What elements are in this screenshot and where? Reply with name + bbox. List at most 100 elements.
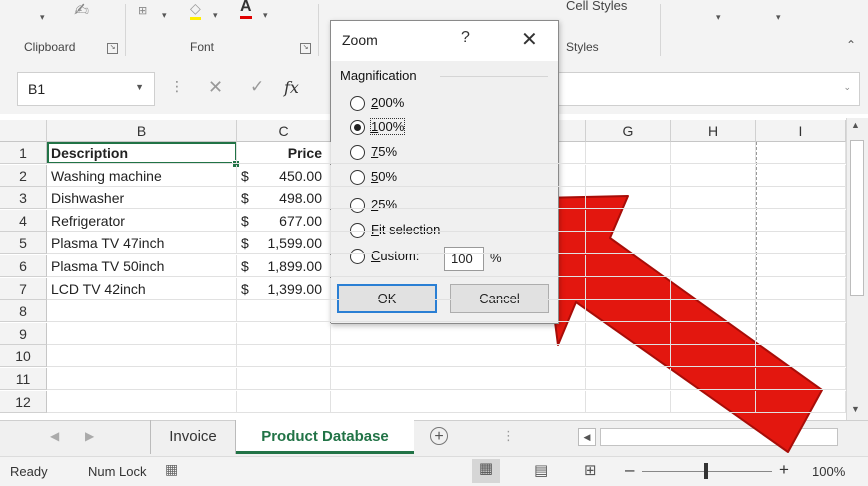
cell-empty[interactable] — [671, 255, 756, 277]
cell-empty[interactable] — [586, 187, 671, 209]
cell-empty[interactable] — [756, 187, 846, 209]
cell-empty[interactable] — [331, 368, 586, 390]
cell-empty[interactable] — [756, 278, 846, 300]
cell-empty[interactable] — [671, 278, 756, 300]
option-text: 00% — [378, 95, 405, 110]
cell-empty[interactable] — [671, 300, 756, 322]
price-value: 1,399.00 — [267, 281, 323, 297]
cell-description[interactable] — [47, 368, 237, 390]
price-value: 677.00 — [279, 213, 322, 229]
cell-price[interactable] — [237, 345, 331, 367]
cell-empty[interactable] — [756, 300, 846, 322]
cell-empty[interactable] — [586, 368, 671, 390]
cell-empty[interactable] — [671, 165, 756, 187]
cell-empty[interactable] — [331, 255, 586, 277]
cell-price[interactable] — [237, 391, 331, 413]
close-icon[interactable]: ✕ — [521, 27, 538, 52]
currency-symbol: $ — [241, 168, 249, 184]
cell-empty[interactable] — [671, 232, 756, 254]
row-header[interactable]: 3 — [0, 187, 47, 209]
row-header[interactable]: 11 — [0, 368, 47, 390]
cell-empty[interactable] — [586, 323, 671, 345]
cell-empty[interactable] — [671, 323, 756, 345]
row-header[interactable]: 5 — [0, 232, 47, 254]
cell-description[interactable] — [47, 391, 237, 413]
cell-empty[interactable] — [331, 278, 586, 300]
cell-empty[interactable] — [586, 345, 671, 367]
cell-description[interactable] — [47, 300, 237, 322]
cell-empty[interactable] — [756, 255, 846, 277]
cell-price[interactable]: $1,399.00 — [237, 278, 331, 300]
cell-empty[interactable] — [331, 165, 586, 187]
cell-empty[interactable] — [586, 278, 671, 300]
dialog-title-bar: Zoom ? ✕ — [331, 21, 558, 61]
row-header[interactable]: 9 — [0, 323, 47, 345]
cell-empty[interactable] — [586, 300, 671, 322]
zoom-radio-0[interactable] — [350, 96, 365, 111]
cell-description[interactable] — [47, 345, 237, 367]
cell-description[interactable]: Dishwasher — [47, 187, 237, 209]
cell-price[interactable]: $1,899.00 — [237, 255, 331, 277]
cell-price[interactable] — [237, 368, 331, 390]
cell-empty[interactable] — [331, 323, 586, 345]
cell-empty[interactable] — [756, 210, 846, 232]
cell-empty[interactable] — [671, 187, 756, 209]
cell-empty[interactable] — [586, 142, 671, 164]
cell-price[interactable] — [237, 300, 331, 322]
zoom-option-label[interactable]: 100% — [369, 118, 406, 135]
cell-description[interactable]: LCD TV 42inch — [47, 278, 237, 300]
cell-empty[interactable] — [756, 391, 846, 413]
row-header[interactable]: 1 — [0, 142, 47, 164]
cell-description[interactable]: Refrigerator — [47, 210, 237, 232]
cell-empty[interactable] — [586, 232, 671, 254]
cell-empty[interactable] — [586, 391, 671, 413]
cell-empty[interactable] — [331, 391, 586, 413]
cell-empty[interactable] — [756, 323, 846, 345]
dialog-title: Zoom — [342, 32, 378, 48]
cell-empty[interactable] — [331, 345, 586, 367]
cell-description[interactable]: Description — [47, 142, 237, 164]
cell-price[interactable]: $1,599.00 — [237, 232, 331, 254]
zoom-radio-1[interactable] — [350, 120, 365, 135]
cell-price[interactable]: $450.00 — [237, 165, 331, 187]
cell-empty[interactable] — [586, 210, 671, 232]
cell-price[interactable] — [237, 323, 331, 345]
row-header[interactable]: 7 — [0, 278, 47, 300]
cell-empty[interactable] — [331, 232, 586, 254]
cell-empty[interactable] — [671, 210, 756, 232]
row-header[interactable]: 4 — [0, 210, 47, 232]
cell-empty[interactable] — [331, 187, 586, 209]
cell-price[interactable]: $677.00 — [237, 210, 331, 232]
cell-empty[interactable] — [331, 142, 586, 164]
cell-description[interactable] — [47, 323, 237, 345]
cell-empty[interactable] — [586, 255, 671, 277]
row-header[interactable]: 12 — [0, 391, 47, 413]
row-header[interactable]: 8 — [0, 300, 47, 322]
row-header[interactable]: 6 — [0, 255, 47, 277]
cell-empty[interactable] — [671, 345, 756, 367]
cell-empty[interactable] — [671, 142, 756, 164]
help-icon[interactable]: ? — [461, 29, 470, 47]
zoom-option-label[interactable]: 200% — [371, 95, 404, 110]
cell-empty[interactable] — [671, 368, 756, 390]
cell-price[interactable]: $498.00 — [237, 187, 331, 209]
cell-empty[interactable] — [756, 368, 846, 390]
row-header[interactable]: 10 — [0, 345, 47, 367]
cell-empty[interactable] — [756, 345, 846, 367]
cell-description[interactable]: Plasma TV 50inch — [47, 255, 237, 277]
price-value: 450.00 — [279, 168, 322, 184]
currency-symbol: $ — [241, 213, 249, 229]
row-header[interactable]: 2 — [0, 165, 47, 187]
cell-empty[interactable] — [756, 142, 846, 164]
price-value: Price — [287, 145, 322, 161]
cell-empty[interactable] — [331, 210, 586, 232]
cell-empty[interactable] — [586, 165, 671, 187]
cell-empty[interactable] — [331, 300, 586, 322]
cell-description[interactable]: Plasma TV 47inch — [47, 232, 237, 254]
cell-empty[interactable] — [671, 391, 756, 413]
cell-empty[interactable] — [756, 165, 846, 187]
cell-price[interactable]: Price — [237, 142, 331, 164]
cell-description[interactable]: Washing machine — [47, 165, 237, 187]
cell-empty[interactable] — [756, 232, 846, 254]
price-value: 1,899.00 — [267, 258, 323, 274]
